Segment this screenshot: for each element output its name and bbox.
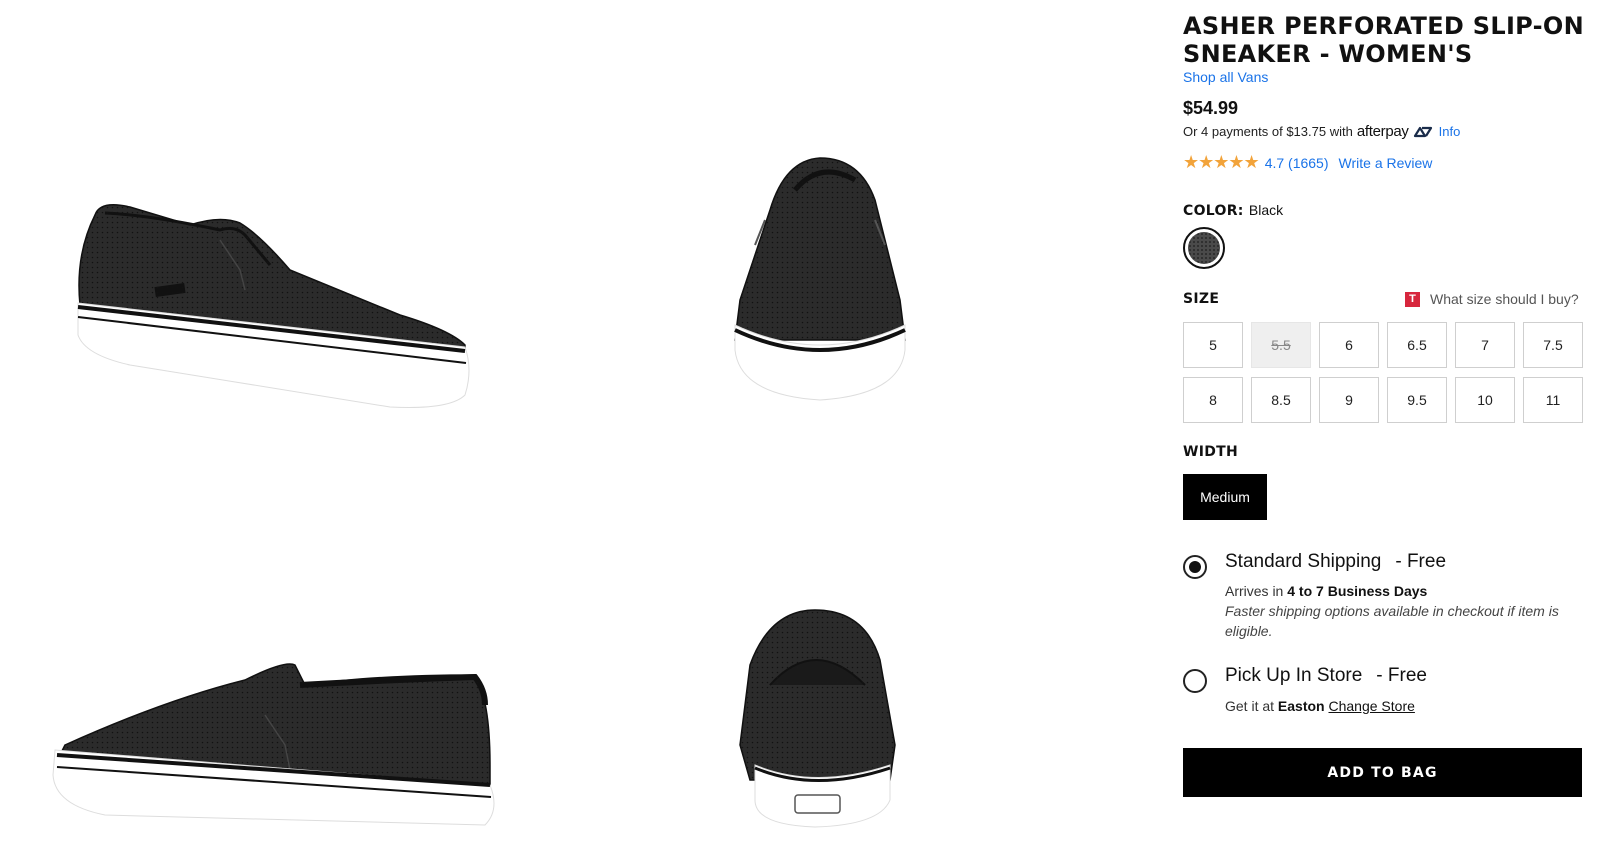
size-option-9[interactable]: 9 bbox=[1319, 377, 1379, 423]
color-label: COLOR: Black bbox=[1183, 202, 1283, 219]
pickup-price: - Free bbox=[1376, 665, 1427, 686]
afterpay-info-link[interactable]: Info bbox=[1439, 124, 1461, 139]
color-swatch-black[interactable] bbox=[1183, 227, 1225, 269]
size-option-5[interactable]: 5 bbox=[1183, 322, 1243, 368]
shipping-note: Faster shipping options available in che… bbox=[1225, 603, 1559, 639]
star-rating-icon: ★★★★★ bbox=[1183, 152, 1260, 172]
standard-shipping-label: Standard Shipping bbox=[1225, 551, 1382, 572]
product-image-side-left[interactable] bbox=[45, 645, 505, 835]
rating-row: ★★★★★ 4.7 (1665) Write a Review bbox=[1183, 152, 1432, 173]
size-guide-icon: T bbox=[1405, 291, 1420, 307]
product-image-side-right[interactable] bbox=[70, 195, 480, 425]
afterpay-logo: afterpay bbox=[1356, 123, 1409, 140]
shipping-option-pickup[interactable]: Pick Up In Store - Free Get it at Easton … bbox=[1183, 665, 1593, 725]
arrives-prefix: Arrives in bbox=[1225, 583, 1284, 599]
standard-shipping-price: - Free bbox=[1395, 551, 1447, 572]
pickup-prefix: Get it at bbox=[1225, 698, 1275, 714]
size-option-9-5[interactable]: 9.5 bbox=[1387, 377, 1447, 423]
size-option-11[interactable]: 11 bbox=[1523, 377, 1583, 423]
afterpay-row: Or 4 payments of $13.75 with afterpay In… bbox=[1183, 123, 1460, 140]
write-review-link[interactable]: Write a Review bbox=[1339, 155, 1433, 171]
size-option-5-5: 5.5 bbox=[1251, 322, 1311, 368]
color-selected-value: Black bbox=[1248, 202, 1284, 218]
size-option-10[interactable]: 10 bbox=[1455, 377, 1515, 423]
width-option-medium[interactable]: Medium bbox=[1183, 474, 1267, 520]
pickup-label: Pick Up In Store bbox=[1225, 665, 1363, 686]
afterpay-text: Or 4 payments of $13.75 with bbox=[1183, 124, 1353, 139]
pickup-store-line: Get it at Easton Change Store bbox=[1225, 698, 1415, 714]
product-price: $54.99 bbox=[1183, 98, 1239, 118]
standard-shipping-radio[interactable] bbox=[1183, 555, 1207, 579]
width-label: WIDTH bbox=[1183, 444, 1239, 460]
pickup-radio[interactable] bbox=[1183, 669, 1207, 693]
size-option-8-5[interactable]: 8.5 bbox=[1251, 377, 1311, 423]
pickup-store-name: Easton bbox=[1277, 698, 1325, 714]
arrives-days: 4 to 7 Business Days bbox=[1287, 583, 1428, 599]
size-option-7-5[interactable]: 7.5 bbox=[1523, 322, 1583, 368]
standard-arrival: Arrives in 4 to 7 Business Days bbox=[1225, 583, 1427, 599]
product-details-panel: ASHER PERFORATED SLIP-ON SNEAKER - WOMEN… bbox=[1183, 0, 1600, 858]
add-to-bag-button[interactable]: ADD TO BAG bbox=[1183, 748, 1582, 797]
size-option-6[interactable]: 6 bbox=[1319, 322, 1379, 368]
size-option-8[interactable]: 8 bbox=[1183, 377, 1243, 423]
color-label-text: COLOR: bbox=[1183, 203, 1244, 219]
size-option-6-5[interactable]: 6.5 bbox=[1387, 322, 1447, 368]
size-label: SIZE bbox=[1183, 291, 1220, 307]
shipping-option-standard[interactable]: Standard Shipping - Free Arrives in 4 to … bbox=[1183, 551, 1593, 651]
product-image-back[interactable] bbox=[730, 605, 905, 830]
shop-all-brand-link[interactable]: Shop all Vans bbox=[1183, 69, 1268, 85]
size-option-7[interactable]: 7 bbox=[1455, 322, 1515, 368]
change-store-link[interactable]: Change Store bbox=[1329, 698, 1415, 714]
rating-score-link[interactable]: 4.7 (1665) bbox=[1265, 155, 1329, 171]
standard-shipping-title: Standard Shipping - Free bbox=[1225, 551, 1446, 573]
product-gallery bbox=[0, 0, 1140, 858]
size-guide-text: What size should I buy? bbox=[1430, 291, 1579, 307]
size-guide-link[interactable]: T What size should I buy? bbox=[1405, 291, 1579, 307]
pickup-title: Pick Up In Store - Free bbox=[1225, 665, 1427, 687]
product-title: ASHER PERFORATED SLIP-ON SNEAKER - WOMEN… bbox=[1183, 12, 1584, 68]
product-image-front[interactable] bbox=[725, 150, 915, 410]
afterpay-mark-icon bbox=[1413, 126, 1433, 138]
size-grid: 5 5.5 6 6.5 7 7.5 8 8.5 9 9.5 10 11 bbox=[1183, 322, 1583, 423]
